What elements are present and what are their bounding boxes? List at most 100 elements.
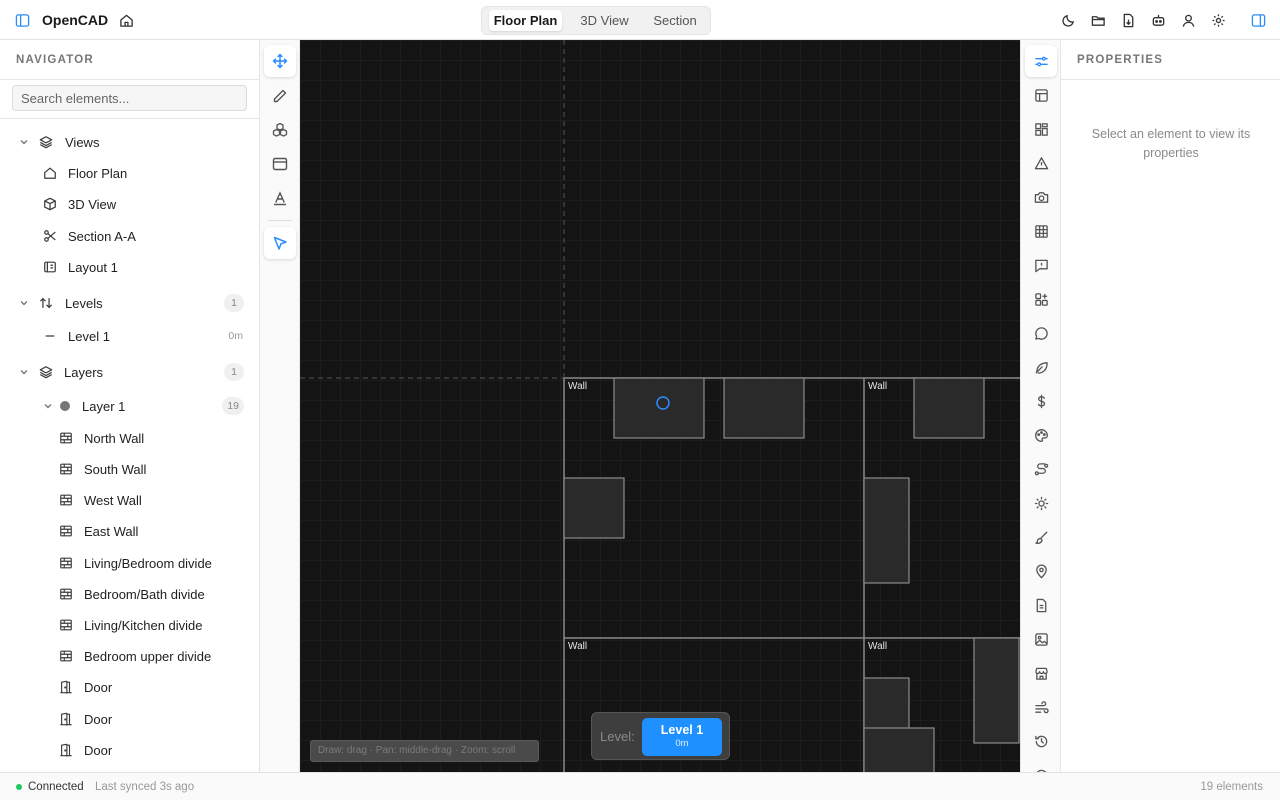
- move-tool-button[interactable]: [264, 45, 296, 77]
- palette-icon[interactable]: [1025, 419, 1057, 451]
- count-badge: 1: [224, 294, 244, 312]
- furniture-block[interactable]: [863, 727, 935, 772]
- location-pin-icon[interactable]: [1025, 555, 1057, 587]
- drawing-canvas[interactable]: Wall Wall Wall Wall Draw: drag · Pan: mi…: [300, 40, 1020, 772]
- tab-floor-plan[interactable]: Floor Plan: [489, 10, 562, 31]
- image-icon[interactable]: [1025, 623, 1057, 655]
- tree-group-views[interactable]: Views: [0, 129, 259, 155]
- leaf-sustainability-icon[interactable]: [1025, 351, 1057, 383]
- dashboard-icon[interactable]: [1025, 113, 1057, 145]
- tree-item-section-a-a[interactable]: Section A-A: [0, 223, 259, 249]
- layers-icon: [38, 364, 54, 380]
- tree-item-element[interactable]: Living/Kitchen divide: [0, 612, 259, 638]
- home-icon: [42, 165, 58, 181]
- wall-icon: [58, 492, 74, 508]
- layout-sheet-icon: [42, 259, 58, 275]
- window-tool-button[interactable]: [264, 148, 296, 180]
- furniture-block[interactable]: [863, 477, 910, 584]
- scissors-icon: [42, 228, 58, 244]
- wind-airflow-icon[interactable]: [1025, 691, 1057, 723]
- tree-item-element[interactable]: Bedroom/Bath divide: [0, 581, 259, 607]
- tree-item-layout-1[interactable]: Layout 1: [0, 254, 259, 280]
- camera-icon[interactable]: [1025, 181, 1057, 213]
- tree-item-element[interactable]: North Wall: [0, 425, 259, 451]
- toggle-right-sidebar-icon[interactable]: [1248, 10, 1268, 30]
- tree-item-floor-plan[interactable]: Floor Plan: [0, 160, 259, 186]
- issues-message-icon[interactable]: [1025, 249, 1057, 281]
- settings-gear-icon[interactable]: [1208, 10, 1228, 30]
- select-tool-button[interactable]: [264, 227, 296, 259]
- open-folder-icon[interactable]: [1088, 10, 1108, 30]
- tab-3d-view[interactable]: 3D View: [569, 10, 640, 31]
- properties-tab-icon[interactable]: [1025, 45, 1057, 77]
- schedule-table-icon[interactable]: [1025, 79, 1057, 111]
- tree-item-element[interactable]: East Wall: [0, 518, 259, 544]
- pencil-tool-button[interactable]: [264, 80, 296, 112]
- export-file-icon[interactable]: [1118, 10, 1138, 30]
- level-button[interactable]: Level 1 0m: [642, 718, 722, 756]
- canvas-hint: Draw: drag · Pan: middle-drag · Zoom: sc…: [310, 740, 539, 762]
- furniture-block[interactable]: [913, 377, 985, 439]
- robot-assistant-icon[interactable]: [1148, 10, 1168, 30]
- furniture-block[interactable]: [563, 477, 625, 539]
- document-icon[interactable]: [1025, 589, 1057, 621]
- home-icon[interactable]: [116, 10, 136, 30]
- comment-icon[interactable]: [1025, 317, 1057, 349]
- wall-icon: [58, 617, 74, 633]
- store-library-icon[interactable]: [1025, 657, 1057, 689]
- wall-label: Wall: [568, 641, 588, 652]
- grid-table-icon[interactable]: [1025, 215, 1057, 247]
- furniture-block[interactable]: [973, 637, 1020, 744]
- tree-item-label: Door: [84, 742, 113, 758]
- tree-item-level-1[interactable]: Level 1 0m: [0, 323, 259, 349]
- tree-item-layer-1[interactable]: Layer 1 19: [0, 393, 259, 419]
- tree-group-layers[interactable]: Layers 1: [0, 359, 259, 385]
- tab-section[interactable]: Section: [644, 10, 706, 31]
- chevron-down-icon[interactable]: [18, 297, 30, 309]
- app-window: OpenCAD Floor Plan 3D View Section NAVIG…: [0, 0, 1280, 800]
- drawing-toolbar: [260, 40, 300, 772]
- connection-status: Connected: [28, 781, 84, 793]
- tree-item-element[interactable]: Living/Bedroom divide: [0, 550, 259, 576]
- tree-item-element[interactable]: West Wall: [0, 487, 259, 513]
- chevron-down-icon[interactable]: [18, 366, 30, 378]
- toggle-left-sidebar-icon[interactable]: [12, 10, 32, 30]
- properties-title: PROPERTIES: [1077, 54, 1164, 66]
- tree-item-element[interactable]: Bedroom upper divide: [0, 643, 259, 669]
- divider: [0, 118, 259, 119]
- sun-lighting-icon[interactable]: [1025, 487, 1057, 519]
- tree-item-element[interactable]: South Wall: [0, 456, 259, 482]
- door-icon: [58, 679, 74, 695]
- route-path-icon[interactable]: [1025, 453, 1057, 485]
- brush-icon[interactable]: [1025, 521, 1057, 553]
- wall-label: Wall: [868, 381, 888, 392]
- user-icon[interactable]: [1178, 10, 1198, 30]
- history-icon[interactable]: [1025, 725, 1057, 757]
- chevron-down-icon[interactable]: [18, 136, 30, 148]
- navigator-panel: NAVIGATOR Views Floor Plan 3D View Secti…: [0, 40, 260, 772]
- text-tool-button[interactable]: [264, 182, 296, 214]
- tree-item-label: West Wall: [84, 492, 142, 508]
- tree-group-label: Views: [65, 134, 100, 150]
- components-tool-button[interactable]: [264, 114, 296, 146]
- level-elevation: 0m: [228, 330, 243, 342]
- count-badge: 19: [222, 397, 244, 415]
- chevron-down-icon[interactable]: [42, 400, 54, 412]
- top-bar: OpenCAD Floor Plan 3D View Section: [0, 0, 1280, 40]
- tree-group-levels[interactable]: Levels 1: [0, 290, 259, 316]
- dark-mode-icon[interactable]: [1058, 10, 1078, 30]
- tree-item-element[interactable]: Door: [0, 737, 259, 763]
- warning-icon[interactable]: [1025, 147, 1057, 179]
- search-input[interactable]: [12, 85, 247, 111]
- tree-item-element[interactable]: Door: [0, 706, 259, 732]
- level-selector: Level: Level 1 0m: [591, 712, 730, 760]
- tree-item-label: Living/Kitchen divide: [84, 617, 203, 633]
- tree-item-3d-view[interactable]: 3D View: [0, 191, 259, 217]
- cost-dollar-icon[interactable]: [1025, 385, 1057, 417]
- sync-status: Last synced 3s ago: [95, 781, 195, 793]
- components-icon[interactable]: [1025, 283, 1057, 315]
- more-tools-icon[interactable]: [1025, 759, 1057, 772]
- tree-item-element[interactable]: Door: [0, 674, 259, 700]
- furniture-block[interactable]: [723, 377, 805, 439]
- tree-item-label: Bedroom upper divide: [84, 648, 212, 664]
